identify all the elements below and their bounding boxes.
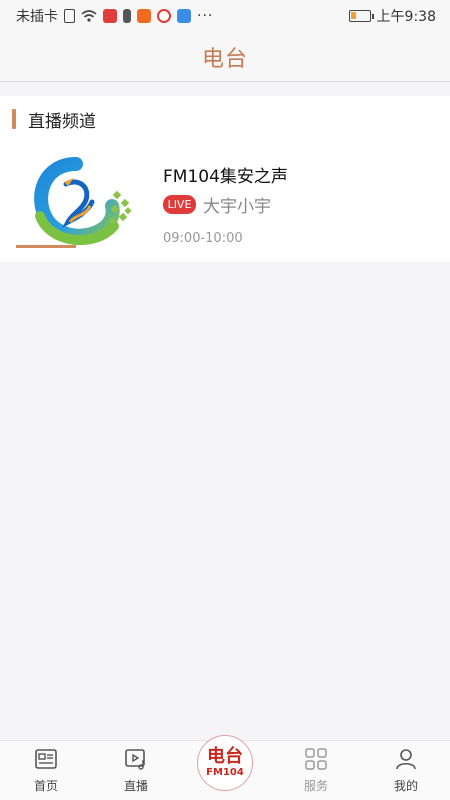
grid-icon bbox=[305, 748, 327, 770]
nav-item-live[interactable]: 直播 bbox=[101, 747, 171, 797]
app-icon-red bbox=[103, 9, 117, 23]
battery-fill bbox=[350, 12, 356, 19]
nav-item-profile[interactable]: 我的 bbox=[371, 747, 441, 797]
center-button-title: 电台 bbox=[207, 746, 243, 767]
app-header: 电台 bbox=[0, 32, 450, 82]
channel-logo-icon bbox=[34, 157, 132, 246]
more-notifications-icon: ··· bbox=[197, 8, 214, 24]
center-button-subtitle: FM104 bbox=[206, 767, 244, 778]
battery-icon bbox=[348, 10, 374, 22]
logo-underline bbox=[16, 245, 76, 248]
user-icon bbox=[396, 749, 416, 770]
app-icon-orange bbox=[137, 9, 151, 23]
section-header: 直播频道 bbox=[12, 108, 96, 132]
section-title: 直播频道 bbox=[28, 111, 96, 132]
carrier-text: 未插卡 bbox=[16, 9, 58, 25]
app-icon-blue bbox=[177, 9, 191, 23]
weibo-icon bbox=[157, 9, 171, 23]
video-music-icon bbox=[125, 749, 145, 770]
nav-label-live: 直播 bbox=[123, 779, 148, 793]
radio-center-button[interactable]: 电台 FM104 bbox=[197, 735, 253, 791]
nav-item-services[interactable]: 服务 bbox=[281, 747, 351, 797]
host-name: 大宇小宇 bbox=[203, 197, 271, 217]
nav-item-home[interactable]: 首页 bbox=[11, 747, 81, 797]
status-right: 上午9:38 bbox=[348, 6, 436, 26]
nav-label-home: 首页 bbox=[33, 779, 58, 793]
program-time: 09:00-10:00 bbox=[163, 231, 243, 246]
section-accent-bar bbox=[12, 109, 16, 129]
clock-text: 上午9:38 bbox=[376, 9, 436, 25]
nav-label-services: 服务 bbox=[303, 779, 328, 793]
page-title: 电台 bbox=[201, 46, 248, 72]
sim-icon bbox=[64, 9, 75, 23]
wifi-icon bbox=[81, 10, 97, 22]
news-icon bbox=[35, 749, 57, 769]
battery-app-icon bbox=[123, 9, 131, 23]
nav-label-profile: 我的 bbox=[393, 779, 418, 793]
status-left: 未插卡 ··· bbox=[16, 6, 213, 26]
live-channel-card: 直播频道 FM104集安之声 LIVE 大宇小宇 09:00-10:00 bbox=[0, 96, 450, 262]
live-badge: LIVE bbox=[163, 195, 196, 214]
channel-name: FM104集安之声 bbox=[163, 167, 288, 187]
status-bar: 未插卡 ··· 上午9:38 bbox=[0, 0, 450, 32]
